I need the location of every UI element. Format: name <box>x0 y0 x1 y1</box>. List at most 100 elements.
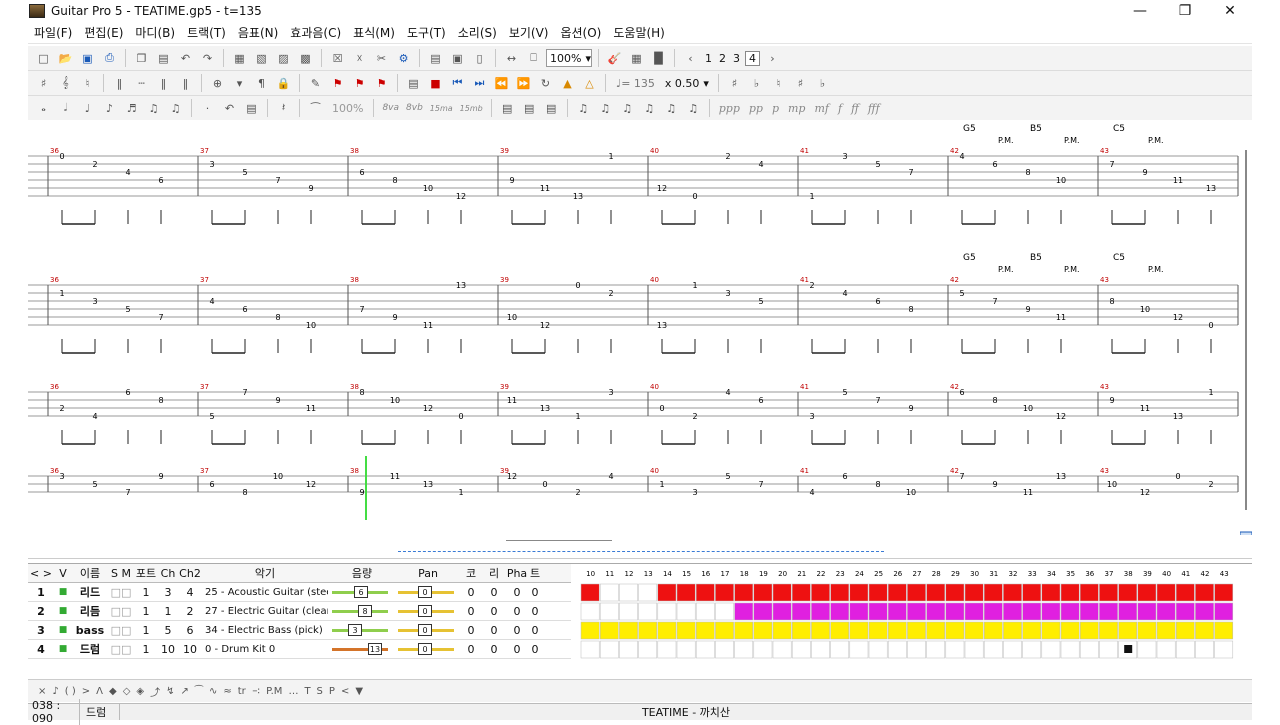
harmonic-nh-icon[interactable]: ◆ <box>109 686 117 697</box>
timeline-cell[interactable] <box>1079 602 1099 621</box>
timeline-cell[interactable] <box>887 621 907 640</box>
ghost-note-icon[interactable]: ♪ <box>52 686 58 697</box>
accidental-icon[interactable]: ♭ <box>813 74 832 93</box>
score-scrollbar[interactable] <box>1240 120 1252 540</box>
nav-arrows[interactable]: < > <box>28 567 54 580</box>
timeline-cell[interactable] <box>599 621 619 640</box>
pan-slider[interactable]: 0 <box>398 624 458 636</box>
visible-toggle-icon[interactable]: ■ <box>54 644 72 654</box>
timeline-cell[interactable] <box>676 583 696 602</box>
sixteenth-note-icon[interactable]: ♬ <box>122 99 141 118</box>
timeline-cell[interactable] <box>1041 602 1061 621</box>
trill-icon[interactable]: tr <box>238 686 246 697</box>
timeline-cell[interactable] <box>1041 640 1061 659</box>
slider-knob[interactable]: 6 <box>354 586 368 598</box>
direction-coda-icon[interactable]: ⊕ <box>208 74 227 93</box>
timeline-cell[interactable] <box>868 602 888 621</box>
timeline-cell[interactable] <box>791 621 811 640</box>
menu-sound[interactable]: 소리(S) <box>452 24 503 41</box>
timeline-cell[interactable] <box>830 583 850 602</box>
slider-knob[interactable]: 0 <box>418 643 432 655</box>
piano-keyboard-icon[interactable]: █ <box>649 49 668 68</box>
timeline-cell[interactable] <box>907 602 926 621</box>
timeline-cell[interactable] <box>887 602 907 621</box>
clef-icon[interactable]: 𝄞 <box>56 74 75 93</box>
track-number[interactable]: 4 <box>28 643 54 656</box>
slap-icon[interactable]: S <box>317 686 323 697</box>
timeline-cell[interactable] <box>715 621 734 640</box>
timeline-cell[interactable] <box>907 583 926 602</box>
page-4[interactable]: 4 <box>745 50 760 66</box>
timeline-cell[interactable] <box>926 583 946 602</box>
timeline-cell[interactable] <box>1060 640 1080 659</box>
enharmonic-icon[interactable]: ♯ <box>791 74 810 93</box>
slider-knob[interactable]: 13 <box>368 643 382 655</box>
timeline-cell[interactable] <box>907 640 926 659</box>
half-note-icon[interactable]: 𝅗𝅥 <box>56 99 75 118</box>
print-icon[interactable]: ⎙ <box>100 49 119 68</box>
prev-page-icon[interactable]: ‹ <box>681 49 700 68</box>
rse-icon[interactable]: ▤ <box>404 74 423 93</box>
screen-view-icon[interactable]: ▣ <box>448 49 467 68</box>
menu-file[interactable]: 파일(F) <box>28 24 78 41</box>
timeline-cell[interactable] <box>676 621 696 640</box>
timeline-cell[interactable] <box>695 640 715 659</box>
timeline-cell[interactable] <box>599 602 619 621</box>
timeline-cell[interactable] <box>734 640 754 659</box>
timeline-cell[interactable] <box>945 602 965 621</box>
timeline-cell[interactable] <box>599 583 619 602</box>
rest-icon[interactable]: 𝄽 <box>274 99 293 118</box>
timeline-cell[interactable] <box>753 583 773 602</box>
timeline-cell[interactable] <box>830 602 850 621</box>
timeline-cell[interactable] <box>849 621 869 640</box>
maximize-button[interactable]: ❐ <box>1162 0 1208 22</box>
timeline-cell[interactable] <box>791 602 811 621</box>
menu-bar-measure[interactable]: 마디(B) <box>129 24 181 41</box>
timeline-cell[interactable] <box>676 602 696 621</box>
timeline-cell[interactable] <box>983 621 1003 640</box>
timeline-cell[interactable] <box>619 621 638 640</box>
timeline-cell[interactable] <box>580 602 600 621</box>
volume-slider[interactable]: 3 <box>332 624 392 636</box>
timeline-cell[interactable] <box>1118 602 1138 621</box>
rewind-icon[interactable]: ⏪ <box>492 74 511 93</box>
metronome-icon[interactable]: ▲ <box>558 74 577 93</box>
timeline-cell[interactable] <box>772 583 792 602</box>
timeline-cell[interactable] <box>1060 602 1080 621</box>
menu-view[interactable]: 보기(V) <box>503 24 555 41</box>
slider-knob[interactable]: 0 <box>418 586 432 598</box>
erase-icon[interactable]: ☒ <box>328 49 347 68</box>
track-volume[interactable]: 8 <box>328 605 396 617</box>
fit-width-icon[interactable]: ↔ <box>502 49 521 68</box>
dead-note-icon[interactable]: × <box>38 686 46 697</box>
dotted-icon[interactable]: · <box>198 99 217 118</box>
vibrato-icon[interactable]: ∿ <box>209 686 217 697</box>
paste-bar-icon[interactable]: ▩ <box>296 49 315 68</box>
track-row[interactable]: 1 ■ 리드 □□ 1 3 4 25 - Acoustic Guitar (steel) 6 0 0… <box>28 583 571 602</box>
solo-mute-toggle[interactable]: □□ <box>108 643 134 656</box>
menu-options[interactable]: 옵션(O) <box>554 24 607 41</box>
settings-gear-icon[interactable]: ⚙ <box>394 49 413 68</box>
timeline-cell[interactable] <box>849 602 869 621</box>
timeline-cell[interactable] <box>1079 583 1099 602</box>
timeline-cell[interactable] <box>1195 583 1214 602</box>
harmonic-ah-icon[interactable]: ◇ <box>123 686 131 697</box>
timeline-cell[interactable] <box>695 583 715 602</box>
tuplet-icon[interactable]: ↶ <box>220 99 239 118</box>
undo-icon[interactable]: ↶ <box>176 49 195 68</box>
panel-splitter[interactable] <box>28 535 1252 559</box>
dynamic-ppp[interactable]: ppp <box>716 102 743 115</box>
visible-toggle-icon[interactable]: ■ <box>54 625 72 635</box>
timeline-cell[interactable] <box>1156 583 1176 602</box>
timeline-cell[interactable] <box>1214 602 1234 621</box>
pan-slider[interactable]: 0 <box>398 605 458 617</box>
timeline-cell[interactable] <box>1022 640 1042 659</box>
timeline-cell[interactable] <box>964 583 984 602</box>
timeline-cell[interactable] <box>657 602 677 621</box>
timeline-cell[interactable] <box>964 602 984 621</box>
score-area[interactable]: 36 37 38 39 40 41 42 43 G5 B5 C5 P.M. P.M. P.M. 0 2 4 6 3 5… <box>28 120 1252 534</box>
timeline-cell[interactable] <box>638 602 658 621</box>
timeline-cell[interactable] <box>753 640 773 659</box>
page-2[interactable]: 2 <box>717 52 728 65</box>
timeline-cell[interactable] <box>599 640 619 659</box>
